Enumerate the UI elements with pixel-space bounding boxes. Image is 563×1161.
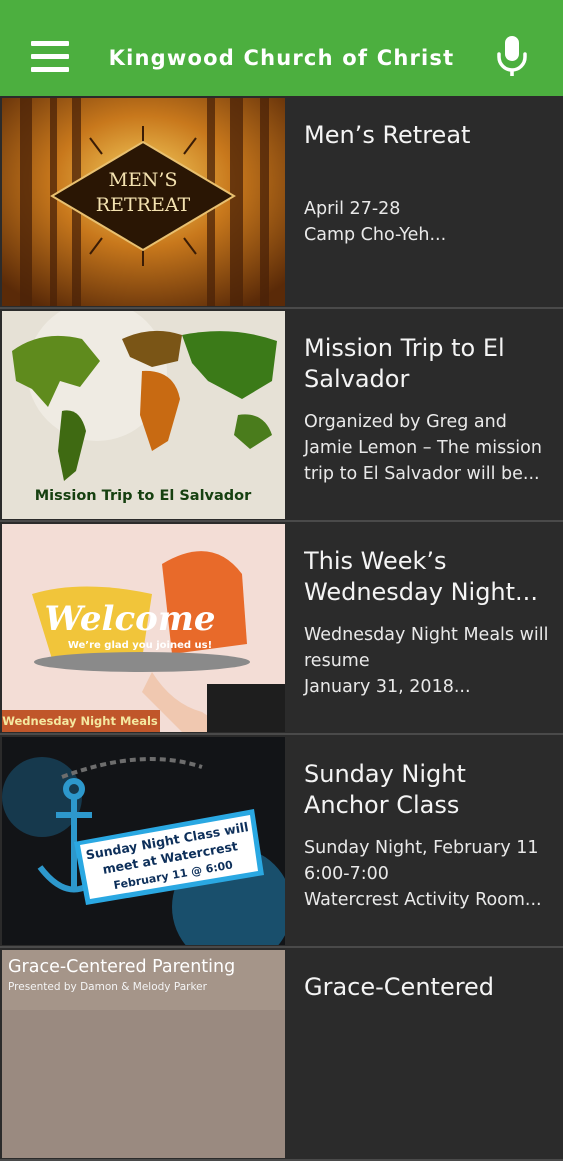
svg-text:MEN’S: MEN’S: [108, 169, 177, 191]
event-description: Organized by Greg and Jamie Lemon – The …: [304, 412, 542, 484]
app-bar: Kingwood Church of Christ: [0, 0, 563, 96]
event-thumbnail: Grace-Centered Parenting Presented by Da…: [2, 950, 285, 1158]
event-item-anchor-class[interactable]: Sunday Night Class will meet at Watercre…: [0, 735, 563, 948]
microphone-icon[interactable]: [494, 34, 530, 78]
svg-text:Presented by Damon & Melody Pa: Presented by Damon & Melody Parker: [8, 981, 208, 993]
svg-text:Grace-Centered Parenting: Grace-Centered Parenting: [8, 957, 235, 977]
svg-text:Wednesday Night Meals: Wednesday Night Meals: [2, 714, 158, 728]
event-title: Men’s Retreat: [304, 121, 471, 149]
event-title: This Week’s Wednesday Night...: [304, 547, 538, 606]
event-thumbnail: Mission Trip to El Salvador: [2, 311, 285, 519]
event-item-grace-centered[interactable]: Grace-Centered Parenting Presented by Da…: [0, 948, 563, 1161]
svg-text:RETREAT: RETREAT: [96, 194, 191, 216]
event-title: Grace-Centered: [304, 973, 495, 1001]
app-title: Kingwood Church of Christ: [108, 46, 455, 70]
event-description: Wednesday Night Meals will resume Januar…: [304, 625, 549, 697]
hamburger-menu-icon[interactable]: [31, 41, 69, 73]
event-title: Sunday Night Anchor Class: [304, 760, 466, 819]
event-thumbnail: Sunday Night Class will meet at Watercre…: [2, 737, 285, 945]
event-item-mens-retreat[interactable]: MEN’S RETREAT Men’s Retreat April 27-28 …: [0, 96, 563, 309]
svg-text:Welcome: Welcome: [45, 599, 216, 639]
event-thumbnail: MEN’S RETREAT: [2, 98, 285, 306]
event-title: Mission Trip to El Salvador: [304, 334, 505, 393]
event-description: Sunday Night, February 11 6:00-7:00 Wate…: [304, 838, 542, 910]
svg-text:We’re glad you joined us!: We’re glad you joined us!: [68, 640, 212, 651]
event-description: April 27-28 Camp Cho-Yeh...: [304, 199, 447, 245]
event-item-wednesday-night[interactable]: Welcome We’re glad you joined us! Wednes…: [0, 522, 563, 735]
event-thumbnail: Welcome We’re glad you joined us! Wednes…: [2, 524, 285, 732]
event-list: MEN’S RETREAT Men’s Retreat April 27-28 …: [0, 96, 563, 1161]
event-item-mission-trip[interactable]: Mission Trip to El Salvador Mission Trip…: [0, 309, 563, 522]
svg-text:Mission Trip to El Salvador: Mission Trip to El Salvador: [35, 488, 252, 504]
